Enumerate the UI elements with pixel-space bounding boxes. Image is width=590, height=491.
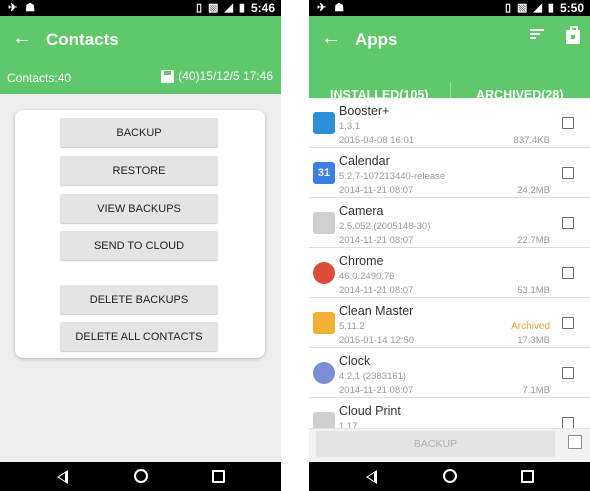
app-version: 1.3.1 xyxy=(339,121,361,132)
last-backup-text: (40)15/12/5 17:46 xyxy=(178,69,273,83)
app-status: Archived xyxy=(511,321,550,332)
app-name: Clock xyxy=(339,354,371,368)
status-time: 5:46 xyxy=(250,1,275,15)
app-version: 5.11.2 xyxy=(339,321,365,332)
app-row[interactable]: Booster+ 1.3.1 2015-04-08 16:01 837.4KB xyxy=(309,98,590,148)
app-date: 2014-11-21 08:07 xyxy=(339,285,414,296)
app-select-checkbox[interactable] xyxy=(562,167,574,179)
app-name: Calendar xyxy=(339,154,390,168)
nav-back-icon[interactable] xyxy=(366,470,377,484)
cloud-print-icon xyxy=(313,412,335,428)
battery-icon: ▮ xyxy=(547,2,554,14)
app-select-checkbox[interactable] xyxy=(562,417,574,428)
nav-recent-apps-icon[interactable] xyxy=(212,470,225,483)
contacts-screen: ✈ ☗ ▯ ▧ ◢ ▮ 5:46 ← Contacts Contacts:40 … xyxy=(0,0,281,491)
app-date: 2014-11-21 08:07 xyxy=(339,185,414,196)
sort-icon[interactable] xyxy=(530,28,544,40)
app-version: 2.5.052 (2005148-30) xyxy=(339,221,431,232)
app-bar: ← Contacts Contacts:40 (40)15/12/5 17:46 xyxy=(0,16,281,94)
app-name: Booster+ xyxy=(339,104,390,118)
signal-icon: ◢ xyxy=(224,2,233,14)
signal-icon: ◢ xyxy=(533,2,542,14)
app-name: Camera xyxy=(339,204,384,218)
select-all-checkbox[interactable] xyxy=(568,435,582,449)
app-version: 5.2.7-107213440-release xyxy=(339,171,446,182)
app-select-checkbox[interactable] xyxy=(562,117,574,129)
back-arrow-icon[interactable]: ← xyxy=(12,28,32,48)
nav-home-icon[interactable] xyxy=(134,469,148,483)
app-row[interactable]: Clean Master 5.11.2 2015-01-14 12:50 17.3MB… xyxy=(309,298,590,348)
app-size: 17.3MB xyxy=(517,335,550,346)
delete-backups-button[interactable]: DELETE BACKUPS xyxy=(60,285,218,314)
app-version: 46.0.2490.76 xyxy=(339,271,395,282)
app-row[interactable]: Clock 4.2.1 (2383161) 2014-11-21 08:07 7.1M… xyxy=(309,348,590,398)
bottom-action-bar: BACKUP xyxy=(309,428,590,462)
floppy-disk-icon xyxy=(161,69,175,83)
app-size: 837.4KB xyxy=(513,135,550,146)
app-row[interactable]: 31 Calendar 5.2.7-107213440-release 2014-11… xyxy=(309,148,590,198)
page-title: Apps xyxy=(355,30,398,49)
chrome-icon xyxy=(313,262,335,284)
restore-button[interactable]: RESTORE xyxy=(60,156,218,185)
apps-screen: ✈ ☗ ▯ ▧ ◢ ▮ 5:50 ← Apps INSTALLED(105) A… xyxy=(309,0,590,491)
clean-master-icon xyxy=(313,312,335,334)
app-row[interactable]: Chrome 46.0.2490.76 2014-11-21 08:07 53.1MB xyxy=(309,248,590,298)
send-to-cloud-button[interactable]: SEND TO CLOUD xyxy=(60,231,218,260)
app-select-checkbox[interactable] xyxy=(562,317,574,329)
app-size: 53.1MB xyxy=(517,285,550,296)
backup-button[interactable]: BACKUP xyxy=(60,118,218,147)
app-select-checkbox[interactable] xyxy=(562,367,574,379)
vibrate-icon: ▯ xyxy=(195,2,203,14)
app-version: 1.17 xyxy=(339,421,358,428)
actions-card: BACKUP RESTORE VIEW BACKUPS SEND TO CLOU… xyxy=(15,110,265,358)
app-list[interactable]: Booster+ 1.3.1 2015-04-08 16:01 837.4KB 31 Ca… xyxy=(309,98,590,428)
calendar-icon: 31 xyxy=(313,162,335,184)
app-name: Clean Master xyxy=(339,304,414,318)
backup-button[interactable]: BACKUP xyxy=(316,431,555,457)
nav-home-icon[interactable] xyxy=(443,469,457,483)
app-name: Cloud Print xyxy=(339,404,401,418)
clock-icon xyxy=(313,362,335,384)
contacts-count: Contacts:40 xyxy=(7,71,72,85)
app-version: 4.2.1 (2383161) xyxy=(339,371,407,382)
rocket-icon: ✈ xyxy=(317,2,327,14)
app-row[interactable]: Cloud Print 1.17 xyxy=(309,398,590,428)
app-date: 2015-01-14 12:50 xyxy=(339,335,415,346)
app-bar: ← Apps INSTALLED(105) ARCHIVED(28) xyxy=(309,16,590,113)
app-size: 22.7MB xyxy=(517,235,550,246)
camera-icon xyxy=(313,212,335,234)
android-icon: ☗ xyxy=(334,2,345,14)
rocket-icon: ✈ xyxy=(8,2,18,14)
no-sim-icon: ▧ xyxy=(208,2,219,14)
app-select-checkbox[interactable] xyxy=(562,267,574,279)
status-bar: ✈ ☗ ▯ ▧ ◢ ▮ 5:46 xyxy=(0,0,281,16)
app-select-checkbox[interactable] xyxy=(562,217,574,229)
vibrate-icon: ▯ xyxy=(504,2,512,14)
last-backup-info: (40)15/12/5 17:46 xyxy=(161,69,273,83)
back-arrow-icon[interactable]: ← xyxy=(321,28,341,48)
nav-recent-apps-icon[interactable] xyxy=(521,470,534,483)
status-time: 5:50 xyxy=(559,1,584,15)
status-bar: ✈ ☗ ▯ ▧ ◢ ▮ 5:50 xyxy=(309,0,590,16)
nav-back-icon[interactable] xyxy=(57,470,68,484)
app-date: 2014-11-21 08:07 xyxy=(339,235,414,246)
app-row[interactable]: Camera 2.5.052 (2005148-30) 2014-11-21 08:… xyxy=(309,198,590,248)
app-name: Chrome xyxy=(339,254,384,268)
booster-icon xyxy=(313,112,335,134)
app-size: 7.1MB xyxy=(522,385,550,396)
delete-all-contacts-button[interactable]: DELETE ALL CONTACTS xyxy=(60,322,218,351)
app-date: 2015-04-08 16:01 xyxy=(339,135,415,146)
app-date: 2014-11-21 08:07 xyxy=(339,385,414,396)
page-title: Contacts xyxy=(46,30,119,49)
view-backups-button[interactable]: VIEW BACKUPS xyxy=(60,194,218,223)
battery-icon: ▮ xyxy=(238,2,245,14)
android-icon: ☗ xyxy=(25,2,36,14)
app-size: 24.2MB xyxy=(517,185,550,196)
archive-bag-icon[interactable] xyxy=(566,26,580,44)
navigation-bar xyxy=(0,462,281,491)
no-sim-icon: ▧ xyxy=(517,2,528,14)
navigation-bar xyxy=(309,462,590,491)
